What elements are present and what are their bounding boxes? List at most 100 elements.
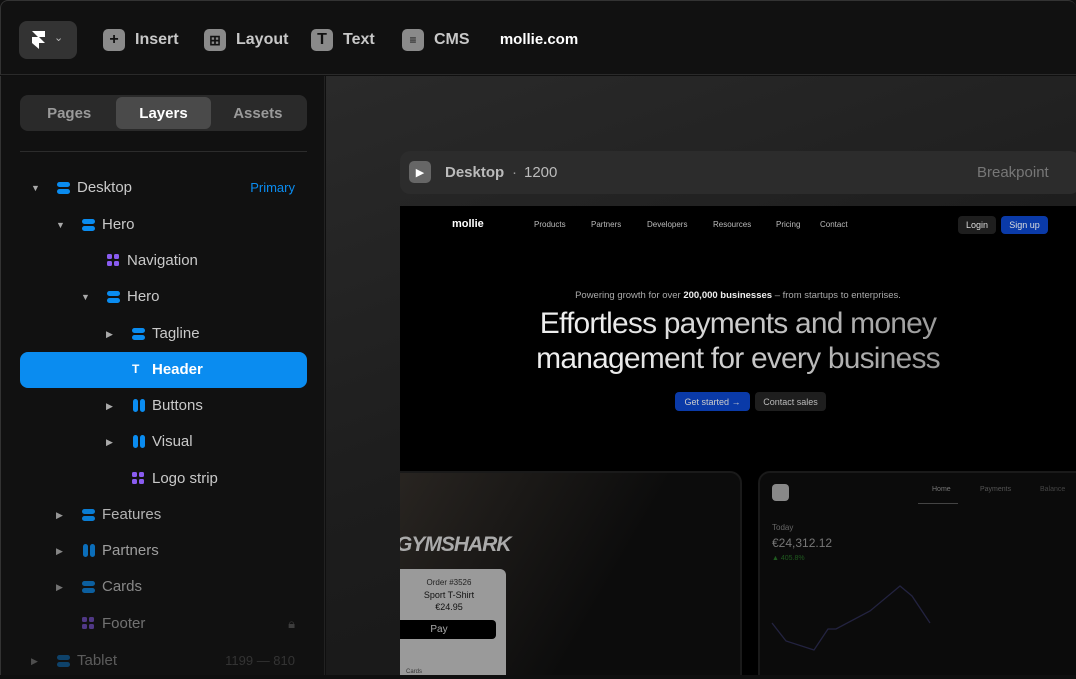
checkout-card: Order #3526 Sport T-Shirt €24.95 Pay Car… xyxy=(400,569,506,675)
stack-icon xyxy=(82,580,96,594)
brand-logo: GYMSHARK xyxy=(400,533,512,556)
caret-right-icon[interactable]: ▶ xyxy=(56,546,63,557)
component-icon xyxy=(132,472,146,486)
tagline-pre: Powering growth for over xyxy=(575,290,684,301)
nav-partners[interactable]: Partners xyxy=(591,220,621,229)
layer-label: Features xyxy=(102,506,162,523)
divider xyxy=(20,151,307,152)
layer-row[interactable]: Footer 🔒︎ xyxy=(20,606,307,642)
today-amount: €24,312.12 xyxy=(772,536,833,550)
caret-down-icon[interactable]: ▼ xyxy=(56,220,65,230)
layer-row[interactable]: ▶ Cards xyxy=(20,569,307,605)
nav-developers[interactable]: Developers xyxy=(647,220,687,229)
panel-tabs: Pages Layers Assets xyxy=(20,95,307,131)
product-price: €24.95 xyxy=(435,602,463,612)
layer-row[interactable]: T Header xyxy=(20,352,307,388)
layer-row[interactable]: Logo strip xyxy=(20,461,307,497)
site-nav: mollie Products Partners Developers Reso… xyxy=(400,212,1076,238)
lock-icon[interactable]: 🔒︎ xyxy=(288,616,295,632)
breakpoint-label[interactable]: Breakpoint xyxy=(977,164,1049,181)
login-button[interactable]: Login xyxy=(958,216,996,234)
component-icon xyxy=(82,617,96,631)
stack-icon xyxy=(82,508,96,522)
dash-tab-payments[interactable]: Payments xyxy=(980,486,1011,493)
site-logo[interactable]: mollie xyxy=(452,218,484,230)
nav-products[interactable]: Products xyxy=(534,220,566,229)
frame-name: Desktop xyxy=(445,164,505,181)
nav-pricing[interactable]: Pricing xyxy=(776,220,800,229)
component-icon xyxy=(107,254,121,268)
layer-label: Navigation xyxy=(127,252,198,269)
gymshark-card: GYMSHARK Order #3526 Sport T-Shirt €24.9… xyxy=(400,471,742,675)
active-tab-underline xyxy=(918,503,958,504)
stack-icon xyxy=(132,327,146,341)
layer-label: Header xyxy=(152,361,203,378)
tagline-bold: 200,000 businesses xyxy=(683,290,773,301)
get-started-button[interactable]: Get started → xyxy=(675,392,750,411)
text-layer-icon: T xyxy=(132,362,140,376)
website-preview[interactable]: mollie Products Partners Developers Reso… xyxy=(400,206,1076,675)
layer-row[interactable]: ▶ Tagline xyxy=(20,316,307,352)
nav-contact[interactable]: Contact xyxy=(820,220,848,229)
layer-row[interactable]: ▼ Hero xyxy=(20,279,307,315)
layer-label: Hero xyxy=(102,216,135,233)
layer-row[interactable]: ▶ Visual xyxy=(20,424,307,460)
headline: Effortless payments and money management… xyxy=(400,306,1076,376)
apple-pay-button[interactable]: Pay xyxy=(400,620,496,639)
dash-tab-balance[interactable]: Balance xyxy=(1040,486,1065,493)
layer-row[interactable]: Navigation xyxy=(20,243,307,279)
caret-right-icon[interactable]: ▶ xyxy=(106,329,113,340)
product-name: Sport T-Shirt xyxy=(423,590,475,600)
tab-pages[interactable]: Pages xyxy=(22,97,116,129)
tab-assets[interactable]: Assets xyxy=(211,97,305,129)
layer-row[interactable]: ▼ Desktop Primary xyxy=(20,170,307,206)
breakpoint-range: 1199 — 810 xyxy=(225,653,295,668)
top-toolbar: ⌄ + Insert ⊞ Layout T Text ≡ CMS mollie.com xyxy=(0,0,1076,75)
caret-right-icon[interactable]: ▶ xyxy=(56,510,63,521)
today-label: Today xyxy=(772,523,794,532)
tagline: Powering growth for over 200,000 busines… xyxy=(400,290,1076,301)
layer-row[interactable]: ▶ Features xyxy=(20,497,307,533)
caret-right-icon[interactable]: ▶ xyxy=(106,401,113,412)
change-percent: ▲ 405.8% xyxy=(772,555,805,562)
caret-down-icon[interactable]: ▼ xyxy=(81,292,90,302)
columns-icon xyxy=(132,399,146,413)
layer-row[interactable]: ▼ Hero xyxy=(20,207,307,243)
stack-icon xyxy=(57,181,71,195)
layer-label: Logo strip xyxy=(152,470,218,487)
caret-right-icon[interactable]: ▶ xyxy=(56,582,63,593)
tagline-post: – from startups to enterprises. xyxy=(772,290,901,301)
primary-badge: Primary xyxy=(250,180,295,195)
stack-icon xyxy=(107,290,121,304)
nav-resources[interactable]: Resources xyxy=(713,220,751,229)
frame-header[interactable]: ▶ Desktop · 1200 Breakpoint xyxy=(400,151,1076,194)
stack-icon xyxy=(82,218,96,232)
layer-label: Tagline xyxy=(152,325,200,342)
stack-icon xyxy=(57,654,71,668)
dash-tab-home[interactable]: Home xyxy=(932,486,951,493)
order-number: Order #3526 xyxy=(426,578,472,587)
signup-button[interactable]: Sign up xyxy=(1001,216,1048,234)
dashboard-card: Home Payments Balance Today €24,312.12 ▲… xyxy=(758,471,1076,675)
separator-dot: · xyxy=(512,164,517,181)
headline-line-1: Effortless payments and money xyxy=(539,307,937,340)
revenue-line xyxy=(771,585,931,651)
layer-label: Partners xyxy=(102,542,159,559)
cards-option[interactable]: Cards xyxy=(406,669,422,675)
headline-line-2: management for every business xyxy=(536,342,940,375)
layer-row[interactable]: ▶ Tablet 1199 — 810 xyxy=(20,643,307,679)
site-title: mollie.com xyxy=(499,31,579,48)
layer-label: Buttons xyxy=(152,397,203,414)
layer-row[interactable]: ▶ Buttons xyxy=(20,388,307,424)
layer-label: Visual xyxy=(152,433,193,450)
layer-row[interactable]: ▶ Partners xyxy=(20,533,307,569)
layer-label: Tablet xyxy=(77,652,118,669)
contact-sales-button[interactable]: Contact sales xyxy=(755,392,826,411)
tab-layers[interactable]: Layers xyxy=(116,97,211,129)
caret-right-icon[interactable]: ▶ xyxy=(106,437,113,448)
play-icon[interactable]: ▶ xyxy=(409,161,431,183)
caret-right-icon[interactable]: ▶ xyxy=(31,656,38,667)
dashboard-logo-icon xyxy=(772,484,789,501)
columns-icon xyxy=(82,544,96,558)
caret-down-icon[interactable]: ▼ xyxy=(31,183,40,193)
